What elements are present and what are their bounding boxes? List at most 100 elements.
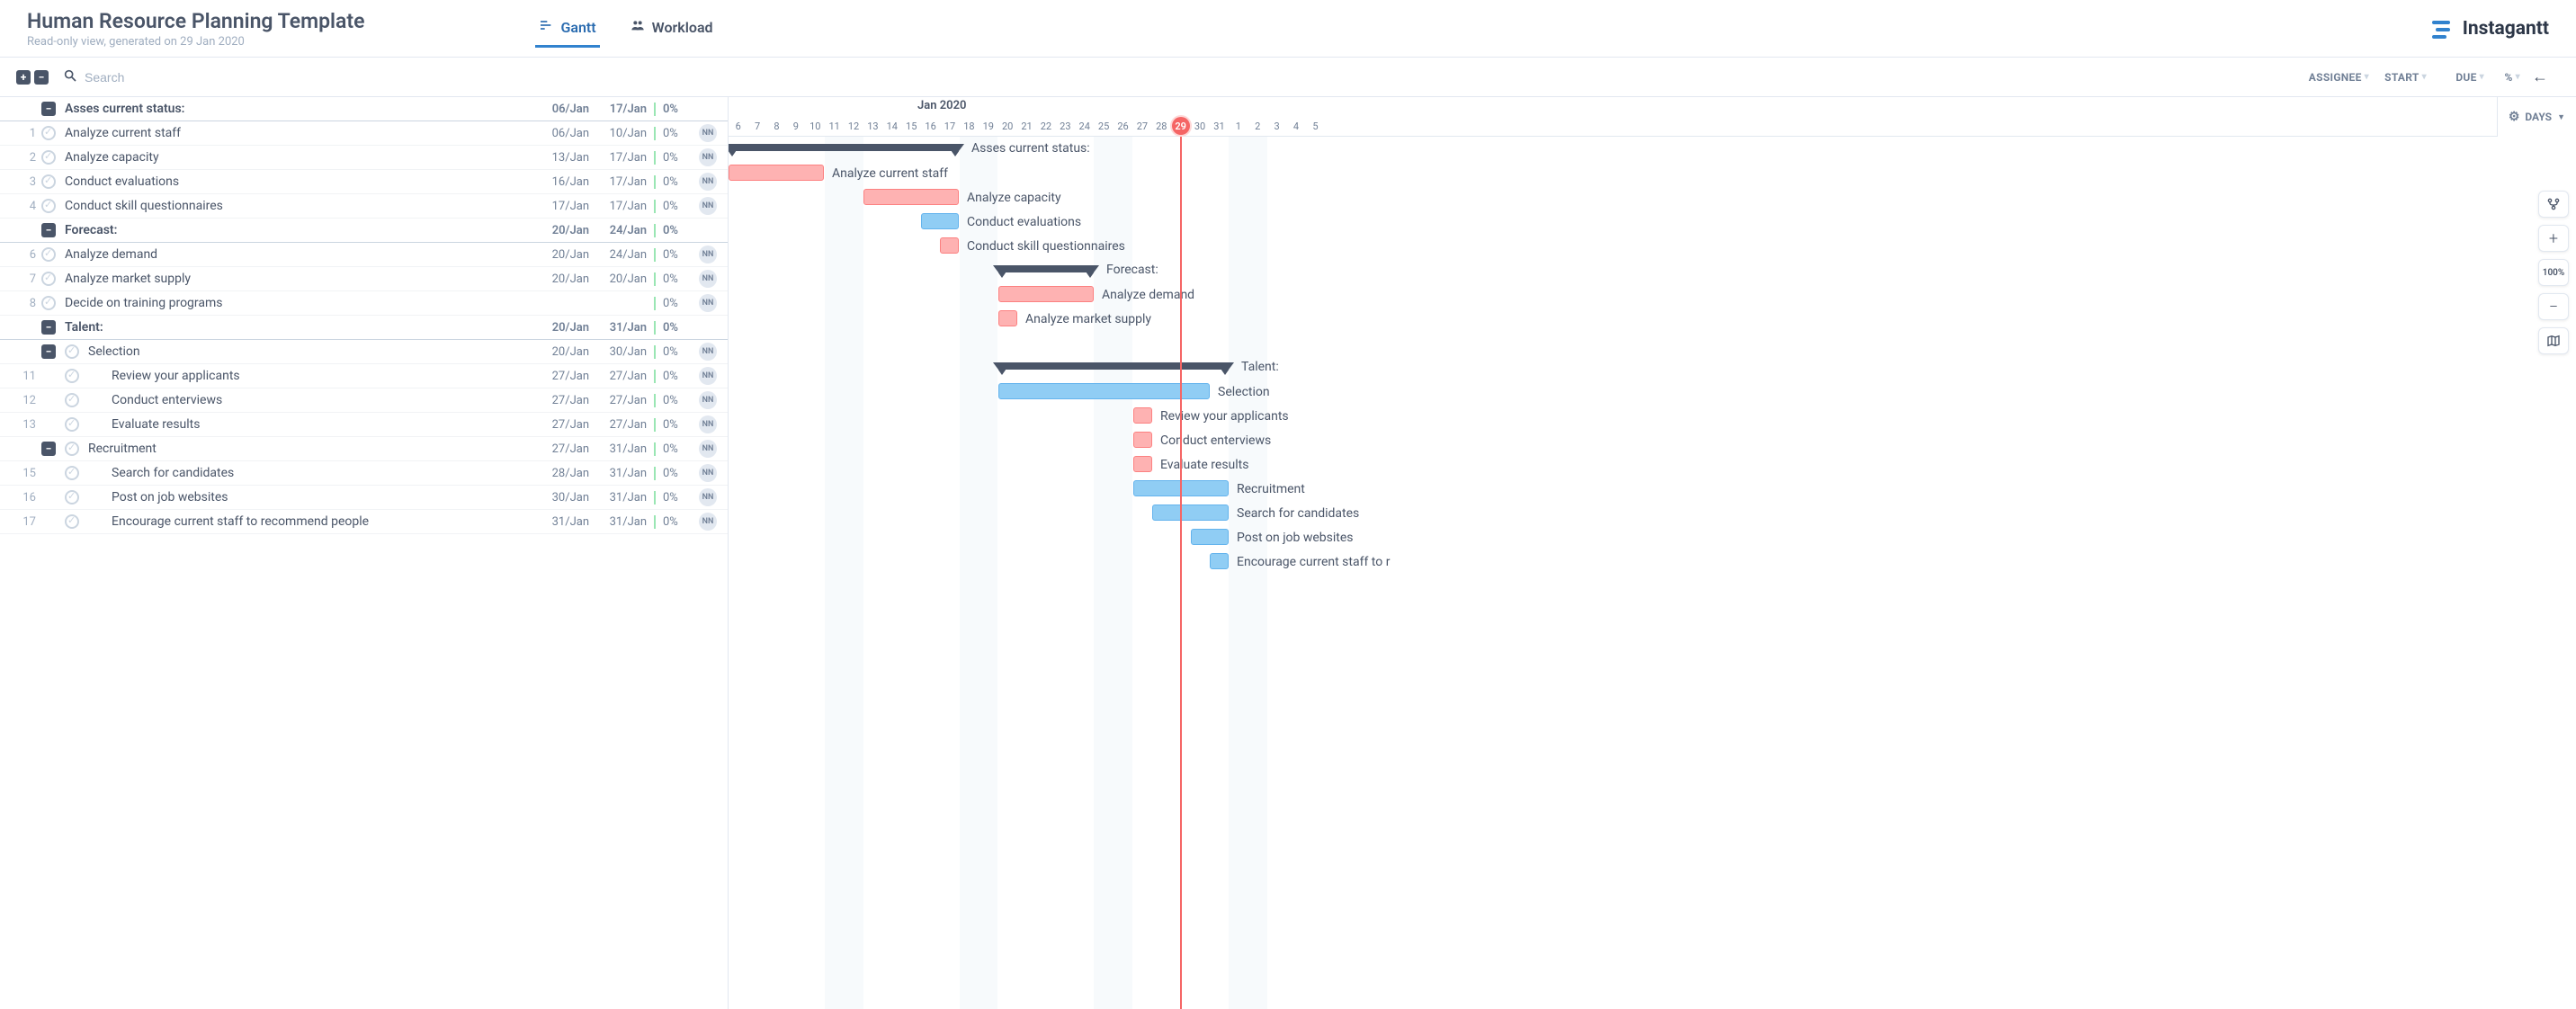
day-cell[interactable]: 8: [767, 116, 786, 136]
day-cell[interactable]: 18: [960, 116, 979, 136]
task-bar[interactable]: Encourage current staff to r: [1210, 553, 1229, 569]
collapse-toggle[interactable]: −: [41, 320, 56, 335]
assignee-avatar[interactable]: NN: [699, 148, 717, 166]
check-circle[interactable]: [65, 344, 79, 359]
check-circle[interactable]: [41, 174, 56, 189]
zoom-in-button[interactable]: +: [2538, 225, 2569, 252]
day-cell[interactable]: 2: [1248, 116, 1267, 136]
assignee-avatar[interactable]: NN: [699, 391, 717, 409]
group-bar[interactable]: [729, 144, 959, 151]
task-row[interactable]: 6Analyze demand20/Jan24/Jan0%NN: [0, 243, 728, 267]
col-start[interactable]: START▾: [2369, 71, 2427, 84]
day-cell[interactable]: 10: [806, 116, 825, 136]
task-bar[interactable]: Selection: [998, 383, 1210, 399]
task-bar[interactable]: Search for candidates: [1152, 504, 1229, 521]
day-cell[interactable]: 7: [747, 116, 766, 136]
task-bar[interactable]: Analyze capacity: [863, 189, 959, 205]
task-bar[interactable]: Post on job websites: [1191, 529, 1229, 545]
day-cell[interactable]: 1: [1229, 116, 1248, 136]
task-row[interactable]: 12Conduct enterviews27/Jan27/Jan0%NN: [0, 388, 728, 413]
minimap-button[interactable]: [2538, 327, 2569, 354]
collapse-panel-button[interactable]: ←: [2529, 67, 2551, 86]
task-bar[interactable]: Analyze current staff: [729, 165, 824, 181]
check-circle[interactable]: [41, 247, 56, 262]
task-bar[interactable]: Evaluate results: [1133, 456, 1152, 472]
task-row[interactable]: 7Analyze market supply20/Jan20/Jan0%NN: [0, 267, 728, 291]
task-bar[interactable]: Conduct evaluations: [921, 213, 959, 229]
check-circle[interactable]: [41, 150, 56, 165]
day-cell[interactable]: 21: [1017, 116, 1036, 136]
collapse-toggle[interactable]: −: [41, 344, 56, 359]
branch-button[interactable]: [2538, 191, 2569, 218]
group-row[interactable]: −Forecast:20/Jan24/Jan0%: [0, 219, 728, 243]
check-circle[interactable]: [65, 466, 79, 480]
assignee-avatar[interactable]: NN: [699, 270, 717, 288]
day-cell[interactable]: 23: [1056, 116, 1075, 136]
day-cell[interactable]: 22: [1036, 116, 1055, 136]
assignee-avatar[interactable]: NN: [699, 246, 717, 263]
group-bar[interactable]: [998, 265, 1094, 272]
assignee-avatar[interactable]: NN: [699, 415, 717, 433]
task-bar[interactable]: Review your applicants: [1133, 407, 1152, 424]
day-cell[interactable]: 9: [786, 116, 805, 136]
tab-gantt[interactable]: Gantt: [535, 9, 599, 48]
col-due[interactable]: DUE▾: [2427, 71, 2484, 84]
assignee-avatar[interactable]: NN: [699, 367, 717, 385]
tab-workload[interactable]: Workload: [627, 9, 717, 48]
task-row[interactable]: 3Conduct evaluations16/Jan17/Jan0%NN: [0, 170, 728, 194]
assignee-avatar[interactable]: NN: [699, 513, 717, 531]
check-circle[interactable]: [41, 272, 56, 286]
collapse-all-button[interactable]: −: [34, 70, 49, 85]
day-cell[interactable]: 28: [1152, 116, 1171, 136]
day-cell[interactable]: 5: [1306, 116, 1325, 136]
check-circle[interactable]: [65, 393, 79, 407]
day-cell[interactable]: 12: [844, 116, 863, 136]
check-circle[interactable]: [41, 296, 56, 310]
task-row[interactable]: −Recruitment27/Jan31/Jan0%NN: [0, 437, 728, 461]
day-cell[interactable]: 11: [825, 116, 844, 136]
col-percent[interactable]: %▾: [2484, 71, 2520, 84]
task-row[interactable]: 2Analyze capacity13/Jan17/Jan0%NN: [0, 146, 728, 170]
check-circle[interactable]: [65, 417, 79, 432]
day-cell[interactable]: 27: [1132, 116, 1151, 136]
day-cell[interactable]: 19: [979, 116, 997, 136]
assignee-avatar[interactable]: NN: [699, 464, 717, 482]
timeline-scale-button[interactable]: ⚙ DAYS ▼: [2497, 97, 2576, 137]
task-row[interactable]: 4Conduct skill questionnaires17/Jan17/Ja…: [0, 194, 728, 219]
task-row[interactable]: 11Review your applicants27/Jan27/Jan0%NN: [0, 364, 728, 388]
task-row[interactable]: −Selection20/Jan30/Jan0%NN: [0, 340, 728, 364]
task-bar[interactable]: Analyze market supply: [998, 310, 1017, 326]
day-cell[interactable]: 25: [1094, 116, 1113, 136]
assignee-avatar[interactable]: NN: [699, 343, 717, 361]
task-row[interactable]: 13Evaluate results27/Jan27/Jan0%NN: [0, 413, 728, 437]
day-cell[interactable]: 20: [997, 116, 1016, 136]
day-cell[interactable]: 6: [729, 116, 747, 136]
day-cell[interactable]: 13: [863, 116, 882, 136]
assignee-avatar[interactable]: NN: [699, 197, 717, 215]
search-input[interactable]: [85, 70, 264, 85]
assignee-avatar[interactable]: NN: [699, 294, 717, 312]
day-cell[interactable]: 14: [882, 116, 901, 136]
brand[interactable]: Instagantt: [2432, 18, 2549, 40]
assignee-avatar[interactable]: NN: [699, 173, 717, 191]
check-circle[interactable]: [41, 126, 56, 140]
day-cell[interactable]: 16: [921, 116, 940, 136]
day-cell[interactable]: 15: [902, 116, 921, 136]
task-row[interactable]: 8Decide on training programs0%NN: [0, 291, 728, 316]
assignee-avatar[interactable]: NN: [699, 124, 717, 142]
day-cell[interactable]: 29: [1171, 116, 1190, 136]
assignee-avatar[interactable]: NN: [699, 440, 717, 458]
check-circle[interactable]: [65, 514, 79, 529]
task-row[interactable]: 1Analyze current staff06/Jan10/Jan0%NN: [0, 121, 728, 146]
check-circle[interactable]: [41, 199, 56, 213]
expand-all-button[interactable]: +: [16, 70, 31, 85]
task-row[interactable]: 16Post on job websites30/Jan31/Jan0%NN: [0, 486, 728, 510]
timeline-body[interactable]: Asses current status:Analyze current sta…: [729, 137, 2576, 1009]
zoom-reset-button[interactable]: 100%: [2538, 259, 2569, 286]
day-cell[interactable]: 3: [1267, 116, 1286, 136]
day-cell[interactable]: 30: [1190, 116, 1209, 136]
assignee-avatar[interactable]: NN: [699, 488, 717, 506]
day-cell[interactable]: 31: [1210, 116, 1229, 136]
day-cell[interactable]: 24: [1075, 116, 1094, 136]
collapse-toggle[interactable]: −: [41, 442, 56, 456]
